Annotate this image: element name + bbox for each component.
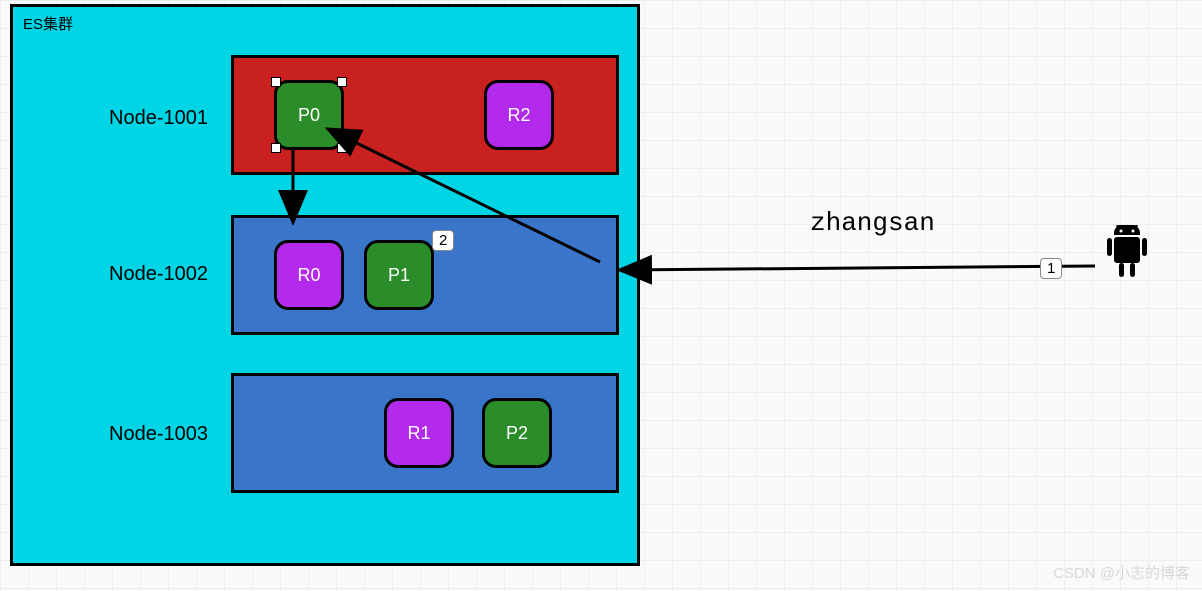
shard-r0: R0: [274, 240, 344, 310]
node-1002-label: Node-1002: [109, 263, 208, 286]
es-cluster-container: ES集群 Node-1001 P0 R2 Node-1002 R0 P1 Nod…: [10, 4, 640, 566]
node-1001-label: Node-1001: [109, 107, 208, 130]
shard-r2: R2: [484, 80, 554, 150]
android-icon: [1102, 225, 1152, 285]
step-badge-1: 1: [1040, 258, 1062, 279]
watermark: CSDN @小志的博客: [1053, 562, 1190, 583]
shard-p0: P0: [274, 80, 344, 150]
shard-r1-label: R1: [407, 423, 430, 444]
node-1002: R0 P1: [231, 215, 619, 335]
node-1003-label: Node-1003: [109, 423, 208, 446]
shard-p2-label: P2: [506, 423, 528, 444]
shard-p1: P1: [364, 240, 434, 310]
cluster-title: ES集群: [23, 13, 73, 34]
node-1003: R1 P2: [231, 373, 619, 493]
shard-p1-label: P1: [388, 265, 410, 286]
shard-p0-label: P0: [298, 105, 320, 126]
node-1001: P0 R2: [231, 55, 619, 175]
shard-p2: P2: [482, 398, 552, 468]
step-badge-2: 2: [432, 230, 454, 251]
shard-r1: R1: [384, 398, 454, 468]
shard-r0-label: R0: [297, 265, 320, 286]
client-label: zhangsan: [810, 208, 935, 238]
shard-r2-label: R2: [507, 105, 530, 126]
